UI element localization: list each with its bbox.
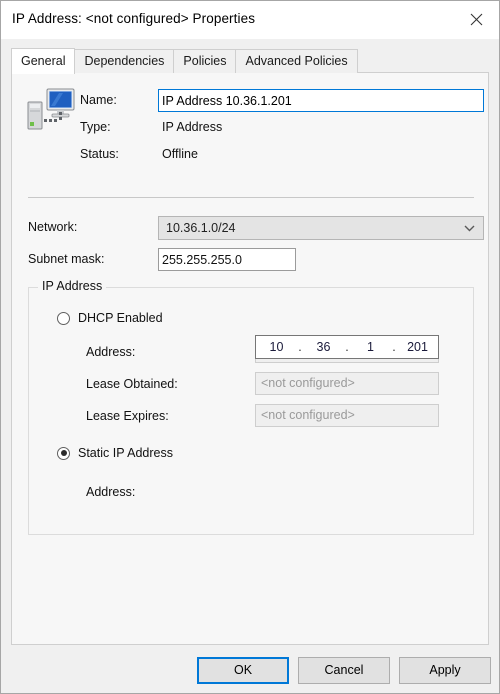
ip-octet-3[interactable]: 1 (350, 340, 391, 354)
network-selected-value: 10.36.1.0/24 (166, 221, 236, 235)
static-ip-radio[interactable]: Static IP Address (57, 446, 173, 460)
type-label: Type: (80, 120, 111, 134)
title-bar: IP Address: <not configured> Properties (1, 1, 499, 39)
tab-policies[interactable]: Policies (173, 49, 237, 73)
status-value: Offline (162, 147, 198, 161)
tab-strip: General Dependencies Policies Advanced P… (11, 48, 358, 74)
ip-address-groupbox-label: IP Address (38, 279, 107, 293)
status-label: Status: (80, 147, 119, 161)
radio-indicator (57, 446, 70, 460)
name-label: Name: (80, 93, 117, 107)
name-input[interactable] (158, 89, 484, 112)
network-computer-icon (27, 88, 75, 130)
lease-obtained-label: Lease Obtained: (86, 377, 178, 391)
tab-advanced-policies[interactable]: Advanced Policies (235, 49, 358, 73)
static-ip-label: Static IP Address (78, 446, 173, 460)
subnet-mask-input[interactable] (158, 248, 296, 271)
dhcp-enabled-radio[interactable]: DHCP Enabled (57, 311, 163, 325)
tab-dependencies[interactable]: Dependencies (74, 49, 175, 73)
apply-button[interactable]: Apply (399, 657, 491, 684)
ip-octet-2[interactable]: 36 (303, 340, 344, 354)
ip-octet-4[interactable]: 201 (397, 340, 438, 354)
chevron-down-icon (464, 225, 475, 232)
close-button[interactable] (454, 1, 499, 38)
section-divider (28, 197, 474, 198)
ok-button[interactable]: OK (197, 657, 289, 684)
dhcp-address-label: Address: (86, 345, 136, 359)
tab-general[interactable]: General (11, 48, 76, 74)
subnet-mask-label: Subnet mask: (28, 252, 105, 266)
close-icon (470, 13, 483, 26)
static-ip-address-input[interactable]: 10 . 36 . 1 . 201 (255, 335, 439, 359)
general-tab-panel: Name: Type: IP Address Status: Offline N… (11, 72, 489, 645)
type-value: IP Address (162, 120, 223, 134)
ip-octet-1[interactable]: 10 (256, 340, 297, 354)
ip-address-properties-dialog: IP Address: <not configured> Properties … (0, 0, 500, 694)
lease-obtained-value: <not configured> (255, 372, 439, 395)
cancel-button[interactable]: Cancel (298, 657, 390, 684)
network-select[interactable]: 10.36.1.0/24 (158, 216, 484, 240)
radio-indicator (57, 311, 70, 325)
lease-expires-label: Lease Expires: (86, 409, 169, 423)
network-label: Network: (28, 220, 78, 234)
dhcp-enabled-label: DHCP Enabled (78, 311, 163, 325)
static-address-label: Address: (86, 485, 136, 499)
window-title: IP Address: <not configured> Properties (12, 11, 256, 26)
lease-expires-value: <not configured> (255, 404, 439, 427)
